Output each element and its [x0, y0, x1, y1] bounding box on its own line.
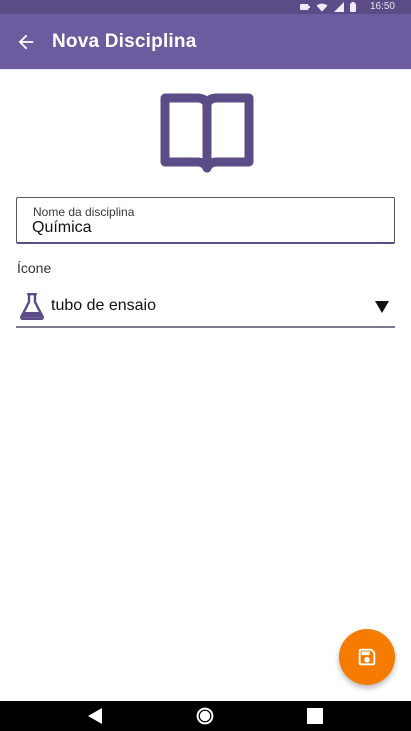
nav-recents-button[interactable]	[300, 701, 330, 731]
back-triangle-icon	[88, 708, 102, 724]
back-button[interactable]	[2, 18, 50, 66]
navigation-bar	[0, 701, 411, 731]
save-button[interactable]	[339, 629, 395, 685]
home-circle-icon	[196, 707, 214, 725]
open-book-icon	[157, 90, 257, 176]
nav-back-button[interactable]	[80, 701, 110, 731]
status-bar: 16:50	[0, 0, 411, 14]
icon-section-label: Ícone	[17, 260, 52, 276]
nav-home-button[interactable]	[190, 701, 220, 731]
save-icon	[358, 648, 376, 666]
selected-icon-value: tubo de ensaio	[51, 297, 156, 314]
flask-icon	[20, 293, 44, 320]
icon-select[interactable]: tubo de ensaio	[16, 288, 395, 328]
battery-saver-icon	[299, 3, 310, 10]
status-icons: 16:50	[299, 0, 395, 14]
discipline-name-label: Nome da disciplina	[33, 205, 135, 219]
wifi-icon	[316, 3, 328, 12]
battery-icon	[349, 2, 356, 12]
recents-square-icon	[307, 708, 323, 724]
status-time: 16:50	[369, 1, 395, 12]
screen: 16:50 Nova Disciplina Nome da disciplina…	[0, 0, 411, 731]
app-bar: Nova Disciplina	[0, 14, 411, 69]
signal-icon	[333, 2, 344, 12]
discipline-name-input[interactable]	[32, 219, 372, 237]
dropdown-arrow-icon	[375, 301, 389, 313]
back-arrow-icon	[18, 34, 34, 49]
discipline-name-field[interactable]: Nome da disciplina	[16, 197, 395, 244]
page-title: Nova Disciplina	[52, 30, 197, 52]
